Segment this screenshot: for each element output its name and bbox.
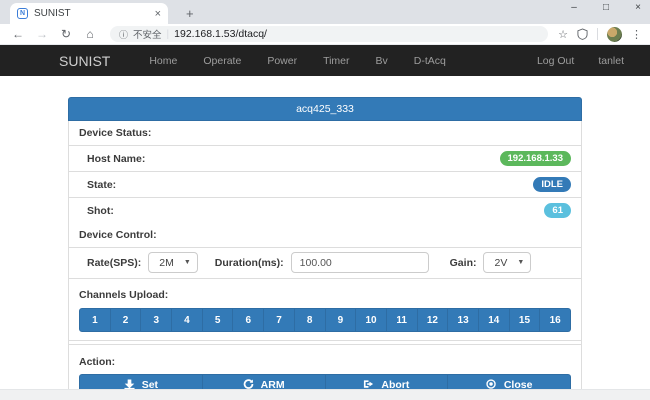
duration-label: Duration(ms):	[215, 257, 284, 269]
info-icon[interactable]: ⓘ	[119, 28, 128, 41]
status-row-state: State:IDLE	[69, 172, 581, 198]
forward-icon[interactable]: →	[32, 27, 52, 41]
url-text: 192.168.1.53/dtacq/	[174, 28, 267, 40]
address-separator: |	[167, 29, 170, 40]
back-icon[interactable]: ←	[8, 27, 28, 41]
channel-button-13[interactable]: 13	[448, 308, 479, 332]
control-inputs-row: Rate(SPS): 2M ▼ Duration(ms): Gain: 2V ▼	[69, 248, 581, 279]
nav-item-tanlet[interactable]: tanlet	[586, 55, 636, 67]
window-minimize-button[interactable]: –	[568, 2, 580, 13]
channel-button-15[interactable]: 15	[510, 308, 541, 332]
address-bar[interactable]: ⓘ 不安全 | 192.168.1.53/dtacq/	[110, 26, 548, 42]
toolbar-divider	[597, 28, 598, 40]
status-row-label: Host Name:	[87, 153, 500, 165]
channel-button-10[interactable]: 10	[356, 308, 387, 332]
nav-item-d-tacq[interactable]: D-tAcq	[401, 55, 459, 67]
channel-button-group: 12345678910111213141516	[79, 308, 571, 332]
chevron-down-icon: ▼	[184, 259, 191, 266]
rate-value: 2M	[159, 257, 174, 269]
duration-input[interactable]	[291, 252, 429, 273]
status-badge: 61	[544, 203, 571, 218]
status-row-hostname: Host Name:192.168.1.33	[69, 146, 581, 172]
channel-button-7[interactable]: 7	[264, 308, 295, 332]
browser-menu-icon[interactable]: ⋮	[631, 28, 642, 41]
nav-item-bv[interactable]: Bv	[363, 55, 401, 67]
page-footer-strip	[0, 389, 650, 400]
status-row-shot: Shot:61	[69, 198, 581, 223]
channel-button-8[interactable]: 8	[295, 308, 326, 332]
site-navbar: SUNIST HomeOperatePowerTimerBvD-tAcq Log…	[0, 45, 650, 76]
brand-logo[interactable]: SUNIST	[59, 53, 110, 69]
site-favicon: N	[17, 8, 28, 19]
panel-title: acq425_333	[68, 97, 582, 121]
nav-item-operate[interactable]: Operate	[190, 55, 254, 67]
channel-button-16[interactable]: 16	[540, 308, 571, 332]
new-tab-button[interactable]: +	[186, 6, 194, 21]
status-badge: 192.168.1.33	[500, 151, 571, 166]
device-control-label: Device Control:	[69, 223, 167, 247]
gain-value: 2V	[494, 257, 507, 269]
gain-select[interactable]: 2V ▼	[483, 252, 531, 273]
rate-select[interactable]: 2M ▼	[148, 252, 198, 273]
window-maximize-button[interactable]: □	[600, 2, 612, 13]
nav-menu-right: Log Outtanlet	[525, 55, 636, 67]
channels-upload-label: Channels Upload:	[79, 289, 168, 301]
channel-button-14[interactable]: 14	[479, 308, 510, 332]
channel-button-4[interactable]: 4	[172, 308, 203, 332]
rate-label: Rate(SPS):	[87, 257, 141, 269]
status-row-label: State:	[87, 179, 533, 191]
nav-item-power[interactable]: Power	[254, 55, 310, 67]
channel-button-9[interactable]: 9	[326, 308, 357, 332]
tab-close-icon[interactable]: ×	[155, 8, 161, 20]
gain-label: Gain:	[450, 257, 477, 269]
home-icon[interactable]: ⌂	[80, 27, 100, 41]
channel-button-12[interactable]: 12	[418, 308, 449, 332]
device-status-label: Device Status:	[69, 121, 161, 145]
device-control-section: Device Control:	[69, 223, 581, 248]
nav-item-home[interactable]: Home	[136, 55, 190, 67]
channel-button-1[interactable]: 1	[79, 308, 111, 332]
status-badge: IDLE	[533, 177, 571, 192]
action-label: Action:	[79, 356, 115, 368]
nav-item-log-out[interactable]: Log Out	[525, 55, 586, 67]
bookmark-star-icon[interactable]: ☆	[558, 28, 568, 41]
browser-toolbar: ← → ↻ ⌂ ⓘ 不安全 | 192.168.1.53/dtacq/ ☆ ⋮	[0, 24, 650, 45]
browser-tab[interactable]: N SUNIST ×	[10, 3, 168, 24]
nav-menu: HomeOperatePowerTimerBvD-tAcq	[136, 55, 459, 67]
tab-title: SUNIST	[34, 8, 149, 19]
channel-button-2[interactable]: 2	[111, 308, 142, 332]
channel-button-5[interactable]: 5	[203, 308, 234, 332]
channel-button-6[interactable]: 6	[233, 308, 264, 332]
channel-button-11[interactable]: 11	[387, 308, 418, 332]
chevron-down-icon: ▼	[517, 259, 524, 266]
browser-tab-strip: N SUNIST × + – □ ×	[0, 0, 650, 24]
security-label: 不安全	[133, 27, 162, 41]
channels-upload-section: Channels Upload: 12345678910111213141516	[69, 279, 581, 341]
status-row-label: Shot:	[87, 205, 544, 217]
reload-icon[interactable]: ↻	[56, 27, 76, 41]
window-close-button[interactable]: ×	[632, 2, 644, 13]
device-panel-acq425: acq425_333 Device Status: Host Name:192.…	[68, 97, 582, 400]
profile-avatar[interactable]	[607, 27, 622, 42]
device-status-section: Device Status:	[69, 121, 581, 146]
page-content: acq425_333 Device Status: Host Name:192.…	[0, 76, 650, 400]
nav-item-timer[interactable]: Timer	[310, 55, 362, 67]
extension-shield-icon[interactable]	[577, 28, 588, 40]
channel-button-3[interactable]: 3	[141, 308, 172, 332]
